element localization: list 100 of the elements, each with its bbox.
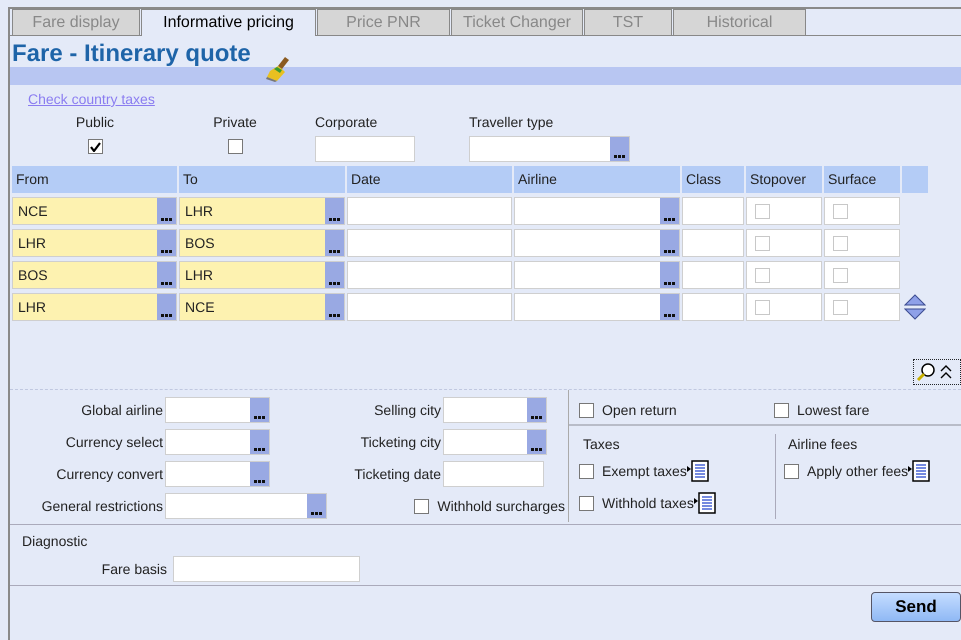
checkbox[interactable]: [833, 268, 848, 282]
input-field[interactable]: [469, 136, 630, 162]
section-title: Airline fees: [787, 435, 858, 454]
field-label: Corporate: [315, 113, 378, 132]
lookup-button[interactable]: [157, 262, 176, 288]
input-field[interactable]: [173, 556, 360, 582]
input-field[interactable]: [347, 197, 512, 225]
lookup-button[interactable]: [610, 137, 629, 161]
checkbox[interactable]: [579, 464, 594, 478]
more-icon: [161, 282, 172, 285]
column-header: Airline: [514, 166, 680, 193]
field-label: Ticketing city: [360, 432, 442, 452]
more-icon: [664, 282, 675, 285]
lookup-button[interactable]: [157, 230, 176, 256]
more-icon: [161, 250, 172, 253]
input-field[interactable]: [682, 229, 744, 257]
field-label: Traveller type: [469, 113, 554, 132]
option-label: Lowest fare: [797, 400, 870, 420]
checkbox[interactable]: [228, 139, 242, 154]
lookup-button[interactable]: [157, 294, 176, 320]
send-button[interactable]: Send: [871, 592, 961, 622]
input-field[interactable]: NCE: [12, 197, 177, 225]
column-header: From: [12, 166, 177, 193]
input-field[interactable]: [443, 397, 547, 423]
checkbox[interactable]: [784, 464, 799, 478]
lookup-button[interactable]: [157, 198, 176, 224]
lookup-button[interactable]: [325, 198, 344, 224]
zoom-button[interactable]: [913, 359, 961, 385]
checkbox[interactable]: [579, 402, 594, 418]
option-label: Private: [213, 113, 257, 132]
input-field[interactable]: LHR: [179, 261, 345, 289]
input-field[interactable]: [514, 261, 680, 289]
input-field[interactable]: [682, 197, 744, 225]
lookup-button[interactable]: [527, 430, 546, 454]
input-field[interactable]: [682, 293, 744, 321]
lookup-button[interactable]: [250, 430, 269, 454]
checkbox[interactable]: [579, 496, 594, 510]
lookup-button[interactable]: [527, 398, 546, 422]
input-field[interactable]: [514, 293, 680, 321]
checkbox[interactable]: [755, 236, 770, 250]
checkbox[interactable]: [755, 268, 770, 282]
option-label: Withhold surcharges: [437, 496, 565, 516]
input-field[interactable]: [347, 229, 512, 257]
checkbox[interactable]: [88, 139, 102, 154]
input-field[interactable]: [165, 461, 270, 487]
checkbox[interactable]: [755, 204, 770, 218]
input-field[interactable]: [682, 261, 744, 289]
up-down-arrows-icon: [904, 294, 926, 320]
lookup-button[interactable]: [325, 262, 344, 288]
lookup-button[interactable]: [250, 462, 269, 486]
more-icon: [614, 155, 625, 158]
input-field[interactable]: LHR: [12, 229, 177, 257]
lookup-button[interactable]: [660, 198, 679, 224]
column-header: To: [179, 166, 345, 193]
tab[interactable]: Informative pricing: [141, 9, 316, 36]
input-field[interactable]: [514, 197, 680, 225]
checkbox[interactable]: [774, 402, 789, 418]
column-header: Surface: [824, 166, 900, 193]
more-icon: [254, 416, 265, 419]
lookup-button[interactable]: [660, 262, 679, 288]
lookup-button[interactable]: [325, 230, 344, 256]
lookup-button[interactable]: [307, 494, 326, 518]
input-field[interactable]: [165, 429, 270, 455]
more-icon: [329, 218, 340, 221]
option-label: Exempt taxes: [602, 462, 687, 481]
input-field[interactable]: [443, 429, 547, 455]
input-field[interactable]: BOS: [12, 261, 177, 289]
input-field[interactable]: [443, 461, 544, 487]
input-field[interactable]: LHR: [179, 197, 345, 225]
column-header: Stopover: [746, 166, 822, 193]
field-label: Fare basis: [100, 560, 168, 578]
more-icon: [161, 314, 172, 317]
lookup-button[interactable]: [250, 398, 269, 422]
checkbox[interactable]: [833, 236, 848, 250]
lookup-button[interactable]: [660, 294, 679, 320]
more-icon: [531, 416, 542, 419]
option-label: Public: [76, 113, 114, 132]
option-label: Withhold taxes: [602, 494, 694, 512]
checkbox[interactable]: [414, 498, 430, 514]
checkbox[interactable]: [833, 300, 848, 314]
input-field[interactable]: [165, 493, 327, 519]
checkbox[interactable]: [833, 204, 848, 218]
input-field[interactable]: [347, 261, 512, 289]
input-field[interactable]: BOS: [179, 229, 345, 257]
checkbox[interactable]: [755, 300, 770, 314]
input-field[interactable]: [347, 293, 512, 321]
input-field[interactable]: [165, 397, 270, 423]
input-field[interactable]: [514, 229, 680, 257]
field-label: Ticketing date: [353, 464, 442, 484]
lookup-button[interactable]: [660, 230, 679, 256]
section-title: Taxes: [582, 435, 621, 454]
input-field[interactable]: [315, 136, 415, 162]
field-label: Currency select: [64, 432, 164, 452]
option-label: Apply other fees: [807, 462, 908, 481]
more-icon: [664, 250, 675, 253]
input-field[interactable]: NCE: [179, 293, 345, 321]
lookup-button[interactable]: [325, 294, 344, 320]
list-icon: [686, 460, 709, 482]
option-label: Open return: [602, 400, 677, 420]
input-field[interactable]: LHR: [12, 293, 177, 321]
